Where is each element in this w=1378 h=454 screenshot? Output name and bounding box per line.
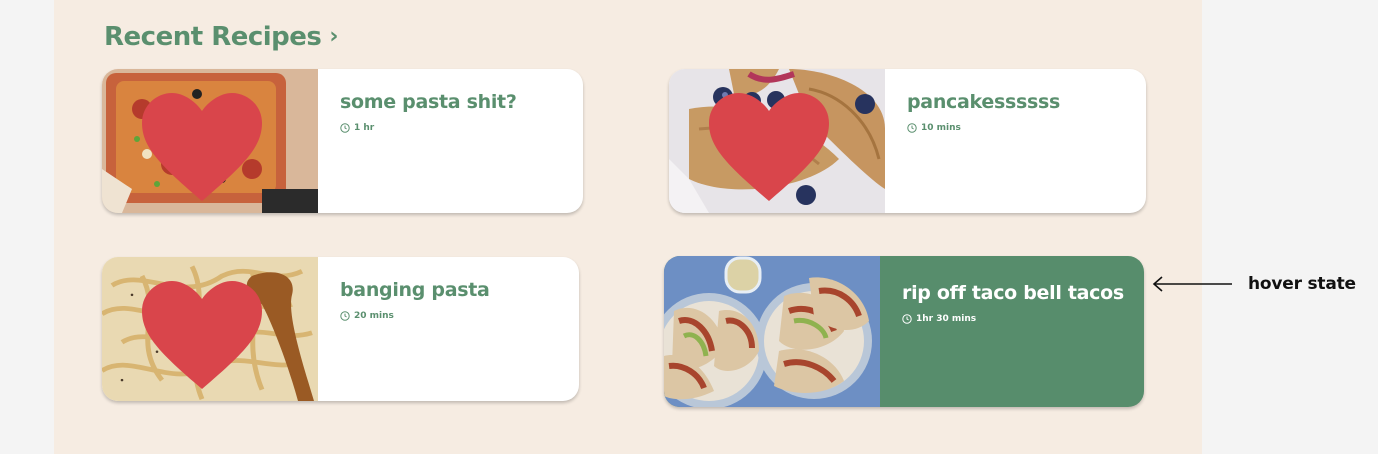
recipe-image <box>102 257 318 401</box>
recipe-time-label: 1hr 30 mins <box>916 314 977 324</box>
recipe-time-label: 10 mins <box>921 123 961 133</box>
recipe-card-hover[interactable]: rip off taco bell tacos 1hr 30 mins <box>664 256 1144 407</box>
hover-state-annotation: hover state <box>1150 270 1356 298</box>
recipe-image <box>669 69 885 213</box>
recipe-time: 10 mins <box>907 123 1060 133</box>
recipe-info: rip off taco bell tacos 1hr 30 mins <box>880 256 1124 407</box>
recipe-time: 1hr 30 mins <box>902 314 1124 324</box>
chevron-right-icon: › <box>329 24 338 49</box>
section-title: Recent Recipes <box>104 22 322 52</box>
heart-icon[interactable] <box>102 263 310 401</box>
heart-icon[interactable] <box>102 75 310 213</box>
clock-icon <box>907 123 917 133</box>
recipe-info: pancakessssss 10 mins <box>885 69 1060 213</box>
recipe-time-label: 1 hr <box>354 123 375 133</box>
recipe-time: 1 hr <box>340 123 517 133</box>
recipe-title: some pasta shit? <box>340 91 517 113</box>
recipe-title: pancakessssss <box>907 91 1060 113</box>
clock-icon <box>902 314 912 324</box>
recipe-card[interactable]: banging pasta 20 mins <box>102 257 579 401</box>
recipe-image <box>664 256 880 407</box>
recipe-card[interactable]: pancakessssss 10 mins <box>669 69 1146 213</box>
heart-icon[interactable] <box>669 75 877 213</box>
recipe-title: banging pasta <box>340 279 490 301</box>
arrow-left-icon <box>1152 276 1232 292</box>
recipe-card[interactable]: some pasta shit? 1 hr <box>102 69 583 213</box>
recipe-image <box>102 69 318 213</box>
recipe-info: banging pasta 20 mins <box>318 257 490 401</box>
clock-icon <box>340 123 350 133</box>
recipe-info: some pasta shit? 1 hr <box>318 69 517 213</box>
annotation-label: hover state <box>1248 274 1356 294</box>
recipe-time-label: 20 mins <box>354 311 394 321</box>
clock-icon <box>340 311 350 321</box>
recipe-title: rip off taco bell tacos <box>902 282 1124 304</box>
recent-recipes-link[interactable]: Recent Recipes › <box>104 22 338 52</box>
recipe-time: 20 mins <box>340 311 490 321</box>
